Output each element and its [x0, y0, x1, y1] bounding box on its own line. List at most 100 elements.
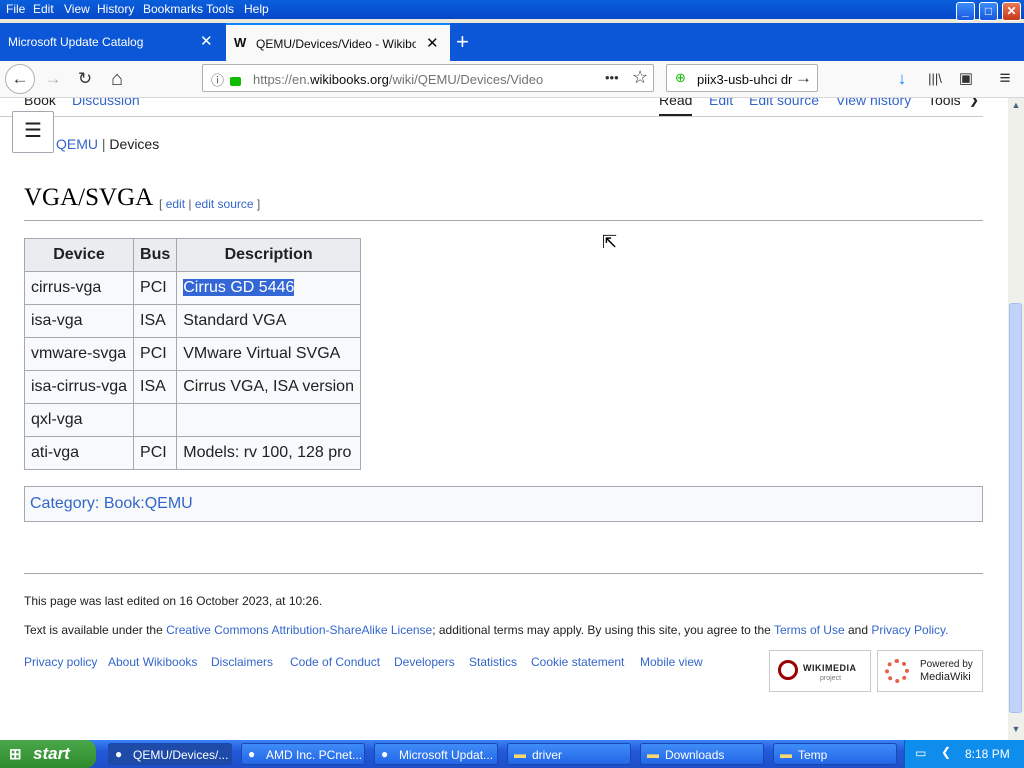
close-window-button[interactable]: ✕: [1002, 2, 1021, 21]
breadcrumb-qemu[interactable]: QEMU: [56, 136, 98, 152]
home-icon[interactable]: ⌂: [102, 64, 132, 94]
menu-file[interactable]: File: [6, 2, 25, 16]
menu-bookmarks[interactable]: Bookmarks: [143, 2, 203, 16]
vertical-scrollbar[interactable]: ▲ ▼: [1008, 98, 1024, 740]
license-text: Text is available under the Creative Com…: [24, 623, 949, 637]
footer-link-conduct[interactable]: Code of Conduct: [290, 655, 380, 669]
footer-link-developers[interactable]: Developers: [394, 655, 455, 669]
taskbar-button-driver[interactable]: ▬ driver: [507, 743, 631, 765]
last-edited-text: This page was last edited on 16 October …: [24, 594, 323, 608]
keyboard-icon[interactable]: ▭: [915, 746, 926, 760]
search-bar[interactable]: ⊕ piix3-usb-uhci dr →: [666, 64, 818, 92]
chevron-down-icon[interactable]: ❯: [969, 98, 979, 107]
clock[interactable]: 8:18 PM: [965, 747, 1010, 761]
tab-view-history[interactable]: View history: [836, 98, 911, 108]
menu-edit[interactable]: Edit: [33, 2, 54, 16]
sidebar-icon[interactable]: ▣: [951, 64, 981, 94]
menu-history[interactable]: History: [97, 2, 134, 16]
tab-read[interactable]: Read: [659, 98, 693, 116]
search-input[interactable]: piix3-usb-uhci dr: [697, 72, 792, 87]
start-button[interactable]: ⊞ start: [0, 740, 96, 768]
info-icon[interactable]: ⓘ: [211, 70, 224, 89]
cell-description: Cirrus GD 5446: [176, 271, 361, 305]
navigation-toolbar: ← → ↻ ⌂ ⓘ https://en.wikibooks.org/wiki/…: [0, 61, 1024, 98]
forward-icon[interactable]: →: [38, 64, 68, 94]
footer-link-privacy[interactable]: Privacy policy: [24, 655, 97, 669]
menu-tools[interactable]: Tools: [206, 2, 234, 16]
edit-link[interactable]: edit: [166, 197, 185, 211]
category-link[interactable]: Category: Book:QEMU: [30, 495, 193, 513]
new-tab-icon[interactable]: +: [456, 29, 469, 55]
wikimedia-badge-sub: project: [820, 675, 842, 682]
back-icon[interactable]: ←: [5, 64, 35, 94]
footer-link-disclaimers[interactable]: Disclaimers: [211, 655, 273, 669]
scrollbar-thumb[interactable]: [1009, 303, 1022, 713]
footer-link-mobile[interactable]: Mobile view: [640, 655, 703, 669]
edit-section-links: [ edit | edit source ]: [159, 197, 261, 211]
url-text[interactable]: https://en.wikibooks.org/wiki/QEMU/Devic…: [253, 72, 543, 87]
library-icon[interactable]: |||\: [920, 64, 950, 94]
table-row: vmware-svga PCI VMware Virtual SVGA: [23, 337, 361, 371]
taskbar-button-amd[interactable]: ● AMD Inc. PCnet...: [241, 743, 365, 765]
firefox-icon: ●: [381, 747, 389, 761]
footer-link-cookie[interactable]: Cookie statement: [531, 655, 624, 669]
taskbar-button-temp[interactable]: ▬ Temp: [773, 743, 897, 765]
cell-description: [176, 403, 361, 437]
menu-view[interactable]: View: [64, 2, 90, 16]
cell-device: cirrus-vga: [23, 271, 135, 305]
scroll-down-icon[interactable]: ▼: [1010, 724, 1022, 738]
cell-bus: ISA: [133, 370, 178, 404]
table-row: cirrus-vga PCI Cirrus GD 5446: [23, 271, 361, 305]
tab-discussion[interactable]: Discussion: [72, 98, 140, 108]
windows-logo-icon: ⊞: [9, 746, 22, 763]
edit-source-link[interactable]: edit source: [195, 197, 254, 211]
taskbar-button-qemu[interactable]: ● QEMU/Devices/...: [108, 743, 232, 765]
wikimedia-badge[interactable]: WIKIMEDIA project: [769, 650, 871, 692]
url-bar[interactable]: ⓘ https://en.wikibooks.org/wiki/QEMU/Dev…: [202, 64, 654, 92]
open-menu-icon[interactable]: ≡: [990, 64, 1020, 94]
cell-bus: PCI: [133, 271, 178, 305]
tab-edit[interactable]: Edit: [709, 98, 733, 108]
privacy-policy-link[interactable]: Privacy Policy.: [871, 623, 948, 637]
wikimedia-badge-text: WIKIMEDIA: [803, 663, 857, 673]
mediawiki-badge[interactable]: Powered by MediaWiki: [877, 650, 983, 692]
menu-help[interactable]: Help: [244, 2, 269, 16]
table-row: qxl-vga: [23, 403, 361, 437]
scroll-up-icon[interactable]: ▲: [1010, 100, 1022, 114]
cell-bus: PCI: [133, 337, 178, 371]
col-header-device: Device: [23, 238, 135, 272]
tab-tools[interactable]: Tools: [928, 98, 961, 108]
reload-icon[interactable]: ↻: [70, 64, 100, 94]
tab-book[interactable]: Book: [24, 98, 56, 108]
taskbar-button-microsoft-update[interactable]: ● Microsoft Updat...: [374, 743, 498, 765]
tab-edit-source[interactable]: Edit source: [749, 98, 819, 108]
main-menu-icon[interactable]: ☰: [12, 111, 54, 153]
tab-title: QEMU/Devices/Video - Wikibooks, o: [256, 37, 416, 51]
tab-strip: Microsoft Update Catalog ✕ W QEMU/Device…: [0, 23, 1024, 61]
cell-description: Cirrus VGA, ISA version: [176, 370, 361, 404]
terms-of-use-link[interactable]: Terms of Use: [774, 623, 845, 637]
minimize-button[interactable]: _: [956, 2, 975, 21]
close-tab-icon[interactable]: ✕: [200, 32, 213, 50]
bookmark-star-icon[interactable]: ☆: [632, 67, 648, 88]
footer-link-about[interactable]: About Wikibooks: [108, 655, 197, 669]
devices-table: Device Bus Description cirrus-vga PCI Ci…: [23, 238, 361, 470]
license-link[interactable]: Creative Commons Attribution-ShareAlike …: [166, 623, 432, 637]
mediawiki-logo-icon: [885, 659, 909, 683]
col-header-description: Description: [176, 238, 361, 272]
footer-link-statistics[interactable]: Statistics: [469, 655, 517, 669]
wiki-top-nav: Book Discussion Read Edit Edit source Vi…: [0, 98, 983, 117]
downloads-icon[interactable]: ↓: [887, 64, 917, 94]
tray-expand-icon[interactable]: ❮: [941, 745, 951, 759]
tab-qemu-video[interactable]: W QEMU/Devices/Video - Wikibooks, o ✕: [226, 23, 450, 61]
maximize-button[interactable]: □: [979, 2, 998, 21]
page-actions-icon[interactable]: •••: [605, 70, 619, 85]
firefox-icon: ●: [248, 747, 256, 761]
close-tab-icon[interactable]: ✕: [426, 34, 439, 52]
tab-microsoft-update-catalog[interactable]: Microsoft Update Catalog ✕: [0, 23, 224, 61]
search-engine-icon[interactable]: ⊕: [675, 70, 686, 86]
taskbar-button-downloads[interactable]: ▬ Downloads: [640, 743, 764, 765]
search-go-icon[interactable]: →: [795, 68, 812, 88]
breadcrumb-devices[interactable]: Devices: [109, 136, 159, 152]
cell-device: ati-vga: [23, 436, 135, 470]
